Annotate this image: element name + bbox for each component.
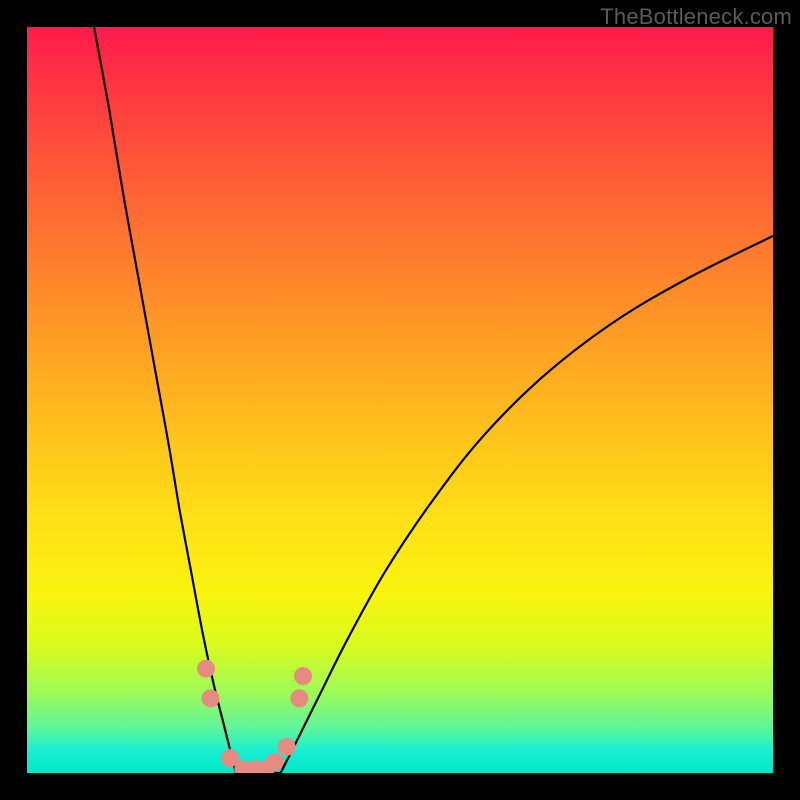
chart-svg xyxy=(27,27,773,773)
bottleneck-curve-left xyxy=(94,27,236,773)
data-marker xyxy=(294,667,312,685)
data-marker xyxy=(266,753,284,771)
data-marker xyxy=(197,660,215,678)
chart-frame: TheBottleneck.com xyxy=(0,0,800,800)
data-marker xyxy=(202,689,220,707)
plot-area xyxy=(27,27,773,773)
data-markers xyxy=(197,660,312,773)
data-marker xyxy=(290,689,308,707)
watermark-text: TheBottleneck.com xyxy=(600,4,792,30)
bottleneck-curve-right xyxy=(281,236,773,773)
data-marker xyxy=(278,738,296,756)
